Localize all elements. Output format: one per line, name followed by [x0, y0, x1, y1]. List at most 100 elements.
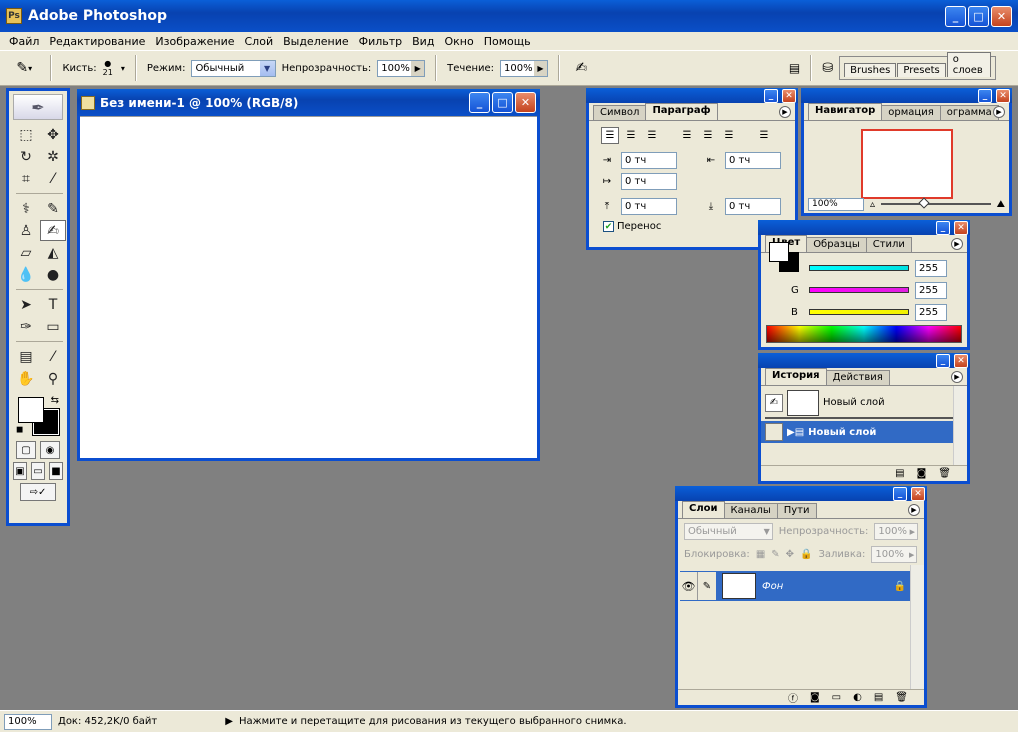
menu-edit[interactable]: Редактирование — [44, 35, 150, 48]
panel-close-button[interactable]: ✕ — [911, 486, 925, 501]
brush-picker[interactable]: ● 21 ▾ — [103, 59, 125, 77]
move-tool-icon[interactable]: ✥ — [40, 124, 66, 145]
navigator-zoom-field[interactable]: 100% — [808, 197, 864, 211]
clone-stamp-tool-icon[interactable]: ♙ — [13, 220, 39, 241]
screen-mode-standard-icon[interactable]: ▣ — [13, 462, 27, 480]
opacity-field[interactable]: 100% ▶ — [377, 59, 426, 77]
document-title-bar[interactable]: Без имени-1 @ 100% (RGB/8) _ □ ✕ — [77, 89, 540, 116]
hyphenate-checkbox[interactable]: ✔ — [603, 221, 614, 232]
brush-tool-icon[interactable]: ✎ — [40, 198, 66, 219]
layers-scrollbar[interactable] — [910, 565, 924, 689]
menu-file[interactable]: Файл — [4, 35, 44, 48]
adobe-feather-icon[interactable]: ✒ — [13, 94, 63, 120]
path-selection-tool-icon[interactable]: ➤ — [13, 294, 39, 315]
tab-navigator[interactable]: Навигатор — [808, 103, 883, 120]
panel-title-bar[interactable]: _ ✕ — [675, 486, 927, 501]
tab-swatches[interactable]: Образцы — [806, 237, 867, 252]
type-tool-icon[interactable]: T — [40, 294, 66, 315]
align-center-icon[interactable]: ☰ — [622, 127, 640, 144]
tab-paragraph[interactable]: Параграф — [645, 103, 718, 120]
lock-position-icon[interactable]: ✥ — [786, 549, 794, 560]
quick-mask-icon[interactable]: ◉ — [40, 441, 60, 459]
hand-tool-icon[interactable]: ✋ — [13, 368, 39, 389]
pen-tool-icon[interactable]: ✑ — [13, 316, 39, 337]
channel-r-value[interactable]: 255 — [915, 259, 947, 277]
layer-row[interactable]: 👁 ✎ Фон 🔒 — [680, 571, 910, 601]
panel-minimize-button[interactable]: _ — [764, 88, 778, 103]
lock-transparency-icon[interactable]: ▦ — [756, 549, 765, 560]
healing-brush-tool-icon[interactable]: ⚕ — [13, 198, 39, 219]
tab-actions[interactable]: Действия — [825, 370, 890, 385]
layer-name[interactable]: Фон — [762, 581, 783, 592]
well-tab-presets[interactable]: Presets — [897, 63, 946, 77]
new-group-icon[interactable]: ▭ — [832, 692, 841, 703]
panel-close-button[interactable]: ✕ — [782, 88, 796, 103]
history-source-box[interactable] — [765, 423, 783, 441]
navigator-thumbnail[interactable] — [860, 129, 953, 199]
rectangle-tool-icon[interactable]: ▭ — [40, 316, 66, 337]
play-icon[interactable]: ▶ — [225, 716, 233, 727]
zoom-in-icon[interactable]: ⛰ — [997, 199, 1005, 210]
history-brush-source-icon[interactable]: ✍ — [765, 393, 783, 412]
doc-minimize-button[interactable]: _ — [469, 92, 490, 113]
arrow-right-icon[interactable]: ▶ — [533, 60, 547, 76]
history-scrollbar[interactable] — [953, 386, 967, 465]
indent-first-line-field[interactable]: 0 тч — [621, 173, 677, 190]
document-canvas[interactable] — [80, 116, 537, 458]
minimize-button[interactable]: _ — [945, 5, 966, 27]
panel-minimize-button[interactable]: _ — [936, 220, 950, 235]
space-after-field[interactable]: 0 тч — [725, 198, 781, 215]
menu-filter[interactable]: Фильтр — [354, 35, 408, 48]
new-layer-icon[interactable]: ▤ — [874, 692, 883, 703]
space-before-field[interactable]: 0 тч — [621, 198, 677, 215]
panel-title-bar[interactable]: _ ✕ — [801, 88, 1012, 103]
menu-window[interactable]: Окно — [439, 35, 478, 48]
navigator-zoom-slider[interactable] — [881, 197, 991, 209]
flow-field[interactable]: 100% ▶ — [500, 59, 548, 77]
zoom-tool-icon[interactable]: ⚲ — [40, 368, 66, 389]
lock-all-icon[interactable]: 🔒 — [800, 549, 812, 560]
layer-opacity-field[interactable]: 100% ▶ — [874, 523, 918, 540]
brush-link-icon[interactable]: ✎ — [698, 572, 716, 600]
menu-layer[interactable]: Слой — [240, 35, 279, 48]
lasso-tool-icon[interactable]: ↻ — [13, 146, 39, 167]
adjustment-layer-icon[interactable]: ◐ — [853, 692, 862, 703]
justify-right-icon[interactable]: ☰ — [720, 127, 738, 144]
channel-b-slider[interactable] — [809, 309, 909, 315]
menu-help[interactable]: Помощь — [479, 35, 536, 48]
align-left-icon[interactable]: ☰ — [601, 127, 619, 144]
color-spectrum-bar[interactable] — [766, 325, 962, 343]
close-button[interactable]: ✕ — [991, 5, 1012, 27]
eraser-tool-icon[interactable]: ▱ — [13, 242, 39, 263]
fill-field[interactable]: 100% ▶ — [871, 546, 918, 563]
channel-g-slider[interactable] — [809, 287, 909, 293]
tab-channels[interactable]: Каналы — [723, 503, 778, 518]
doc-close-button[interactable]: ✕ — [515, 92, 536, 113]
history-snapshot[interactable]: ✍ Новый слой — [761, 388, 953, 417]
dodge-tool-icon[interactable]: ● — [40, 264, 66, 285]
justify-center-icon[interactable]: ☰ — [699, 127, 717, 144]
paint-bucket-tool-icon[interactable]: ◭ — [40, 242, 66, 263]
panel-close-button[interactable]: ✕ — [954, 220, 968, 235]
panel-menu-icon[interactable]: ▶ — [908, 504, 920, 516]
indent-left-field[interactable]: 0 тч — [621, 152, 677, 169]
crop-tool-icon[interactable]: ⌗ — [13, 168, 39, 189]
panel-menu-icon[interactable]: ▶ — [779, 106, 791, 118]
tab-layers[interactable]: Слои — [682, 501, 725, 518]
standard-mode-icon[interactable]: ▢ — [16, 441, 36, 459]
tab-character[interactable]: Символ — [593, 105, 647, 120]
airbrush-icon[interactable]: ✍ — [570, 60, 593, 76]
doc-maximize-button[interactable]: □ — [492, 92, 513, 113]
history-state[interactable]: ▶▤ Новый слой — [761, 421, 953, 443]
new-snapshot-icon[interactable]: ◙ — [917, 468, 927, 479]
arrow-right-icon[interactable]: ▶ — [411, 60, 425, 76]
channel-r-slider[interactable] — [809, 265, 909, 271]
status-zoom-field[interactable]: 100% — [4, 713, 52, 730]
blend-mode-select[interactable]: Обычный ▼ — [684, 523, 773, 540]
notes-tool-icon[interactable]: ▤ — [13, 346, 39, 367]
zoom-out-icon[interactable]: ▵ — [870, 199, 875, 210]
maximize-button[interactable]: □ — [968, 5, 989, 27]
panel-minimize-button[interactable]: _ — [936, 353, 950, 368]
panel-minimize-button[interactable]: _ — [978, 88, 992, 103]
tab-histogram[interactable]: ограмма — [939, 105, 999, 120]
